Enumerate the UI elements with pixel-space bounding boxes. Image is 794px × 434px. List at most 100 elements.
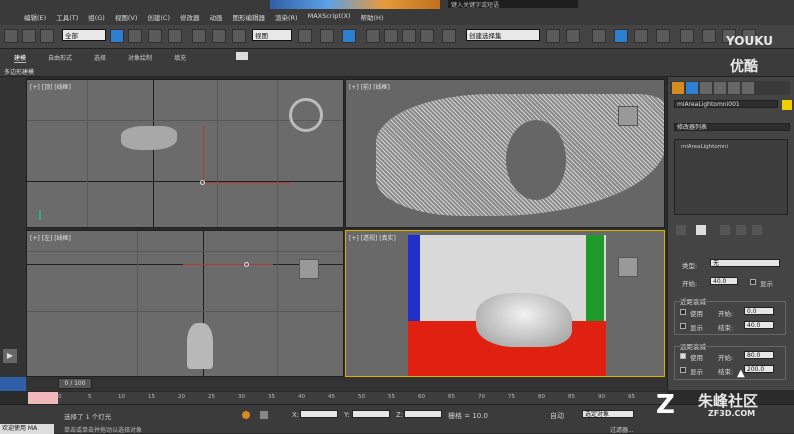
- bind-space-warp-icon[interactable]: [40, 29, 54, 43]
- viewport-front[interactable]: [+] [前] [线框]: [345, 79, 665, 228]
- viewport-label-front[interactable]: [+] [前] [线框]: [349, 82, 390, 91]
- viewport-label-perspective[interactable]: [+] [透视] [真实]: [349, 233, 396, 242]
- stack-item[interactable]: miAreaLightomni: [681, 144, 728, 150]
- select-by-name-icon[interactable]: [128, 29, 142, 43]
- modifier-stack[interactable]: miAreaLightomni: [674, 139, 788, 215]
- reference-coord-select[interactable]: 视图: [252, 29, 292, 41]
- ribbon-options-icon[interactable]: [236, 52, 248, 60]
- viewport-top[interactable]: [+] [顶] [线框]: [26, 79, 344, 228]
- auto-key-button[interactable]: 自动: [550, 411, 564, 421]
- play-icon[interactable]: ▶: [3, 349, 17, 363]
- mini-listener[interactable]: [28, 392, 58, 404]
- curve-editor-icon[interactable]: [634, 29, 648, 43]
- show-end-result-icon[interactable]: [696, 225, 706, 235]
- far-end-field[interactable]: 200.0: [744, 365, 774, 373]
- menu-item-rendering[interactable]: 渲染(R): [275, 12, 298, 22]
- isolate-icon[interactable]: [242, 411, 250, 419]
- viewport-label-left[interactable]: [+] [左] [线框]: [30, 233, 71, 242]
- schematic-view-icon[interactable]: [656, 29, 670, 43]
- key-filter-select[interactable]: 选定对象: [582, 410, 634, 418]
- viewport-layout-icon[interactable]: [0, 377, 26, 391]
- motion-tab-icon[interactable]: [714, 82, 726, 94]
- keyboard-shortcut-icon[interactable]: [342, 29, 356, 43]
- remove-modifier-icon[interactable]: [736, 225, 746, 235]
- scale-icon[interactable]: [232, 29, 246, 43]
- menu-item-edit[interactable]: 编辑(E): [24, 12, 46, 22]
- utilities-tab-icon[interactable]: [742, 82, 754, 94]
- select-manipulate-icon[interactable]: [320, 29, 334, 43]
- tab-populate[interactable]: 填充: [174, 53, 186, 63]
- menu-item-tools[interactable]: 工具(T): [56, 12, 78, 22]
- pivot-icon[interactable]: [298, 29, 312, 43]
- percent-snap-icon[interactable]: [402, 29, 416, 43]
- tab-freeform[interactable]: 自由形式: [48, 53, 72, 63]
- near-use-checkbox[interactable]: [680, 309, 686, 315]
- mirror-icon[interactable]: [546, 29, 560, 43]
- display-tab-icon[interactable]: [728, 82, 740, 94]
- track-bar[interactable]: 0 5 10 15 20 25 30 35 40 45 50 55 60 65 70 75 80 85 90 95 10…: [58, 392, 669, 404]
- time-slider-thumb[interactable]: 0 / 100: [58, 378, 92, 389]
- select-object-icon[interactable]: [110, 29, 124, 43]
- viewport-perspective[interactable]: [+] [透视] [真实]: [345, 230, 665, 377]
- menu-item-graph-editors[interactable]: 图形编辑器: [233, 12, 266, 22]
- near-end-field[interactable]: 40.0: [744, 321, 774, 329]
- snap-toggle-icon[interactable]: [366, 29, 380, 43]
- far-start-field[interactable]: 80.0: [744, 351, 774, 359]
- menu-item-group[interactable]: 组(G): [88, 12, 105, 22]
- pin-stack-icon[interactable]: [676, 225, 686, 235]
- make-unique-icon[interactable]: [720, 225, 730, 235]
- angle-snap-icon[interactable]: [384, 29, 398, 43]
- viewcube-icon[interactable]: [618, 257, 638, 277]
- menu-item-modifiers[interactable]: 修改器: [180, 12, 200, 22]
- lock-selection-icon[interactable]: [260, 411, 268, 419]
- edit-named-sel-icon[interactable]: [442, 29, 456, 43]
- render-setup-icon[interactable]: [702, 29, 716, 43]
- menu-item-maxscript[interactable]: MAXScript(X): [308, 12, 351, 22]
- tab-object-paint[interactable]: 对象绘制: [128, 53, 152, 63]
- selection-filter-select[interactable]: 全部: [62, 29, 106, 41]
- named-selection-set-select[interactable]: 创建选择集: [466, 29, 540, 41]
- material-editor-icon[interactable]: [680, 29, 694, 43]
- y-coord-field[interactable]: [352, 410, 390, 418]
- z-coord-field[interactable]: [404, 410, 442, 418]
- menu-item-views[interactable]: 视图(V): [115, 12, 138, 22]
- graphite-toggle-icon[interactable]: [614, 29, 628, 43]
- spinner-snap-icon[interactable]: [420, 29, 434, 43]
- x-coord-field[interactable]: [300, 410, 338, 418]
- viewcube-icon[interactable]: [299, 259, 319, 279]
- layer-manager-icon[interactable]: [592, 29, 606, 43]
- window-crossing-icon[interactable]: [168, 29, 182, 43]
- viewcube-icon[interactable]: [289, 98, 323, 132]
- near-start-field[interactable]: 0.0: [744, 307, 774, 315]
- move-icon[interactable]: [192, 29, 206, 43]
- search-input[interactable]: 键入关键字或短语: [448, 0, 578, 9]
- viewport-left[interactable]: [+] [左] [线框]: [26, 230, 344, 377]
- near-show-checkbox[interactable]: [680, 323, 686, 329]
- viewport-label-top[interactable]: [+] [顶] [线框]: [30, 82, 71, 91]
- rotate-icon[interactable]: [212, 29, 226, 43]
- light-gizmo[interactable]: [244, 262, 249, 267]
- time-slider[interactable]: 0 / 100: [0, 377, 667, 391]
- object-color-swatch[interactable]: [782, 100, 792, 110]
- menu-item-create[interactable]: 创建(C): [147, 12, 170, 22]
- far-show-checkbox[interactable]: [680, 367, 686, 373]
- tab-modeling[interactable]: 建模: [14, 53, 27, 63]
- menu-item-animation[interactable]: 动画: [210, 12, 223, 22]
- light-gizmo[interactable]: [200, 180, 205, 185]
- create-tab-icon[interactable]: [672, 82, 684, 94]
- far-use-checkbox[interactable]: [680, 353, 686, 359]
- decay-type-select[interactable]: 无: [710, 259, 780, 267]
- rect-selection-icon[interactable]: [148, 29, 162, 43]
- tab-selection[interactable]: 选择: [94, 53, 106, 63]
- unlink-icon[interactable]: [22, 29, 36, 43]
- link-icon[interactable]: [4, 29, 18, 43]
- modify-tab-icon[interactable]: [686, 82, 698, 94]
- hierarchy-tab-icon[interactable]: [700, 82, 712, 94]
- decay-start-field[interactable]: 40.0: [710, 277, 738, 285]
- menu-item-help[interactable]: 帮助(H): [360, 12, 383, 22]
- configure-sets-icon[interactable]: [752, 225, 762, 235]
- decay-show-checkbox[interactable]: [750, 279, 756, 285]
- object-name-field[interactable]: miAreaLightomni001: [674, 100, 778, 108]
- modifier-list-select[interactable]: 修改器列表: [674, 123, 790, 131]
- viewcube-icon[interactable]: [618, 106, 638, 126]
